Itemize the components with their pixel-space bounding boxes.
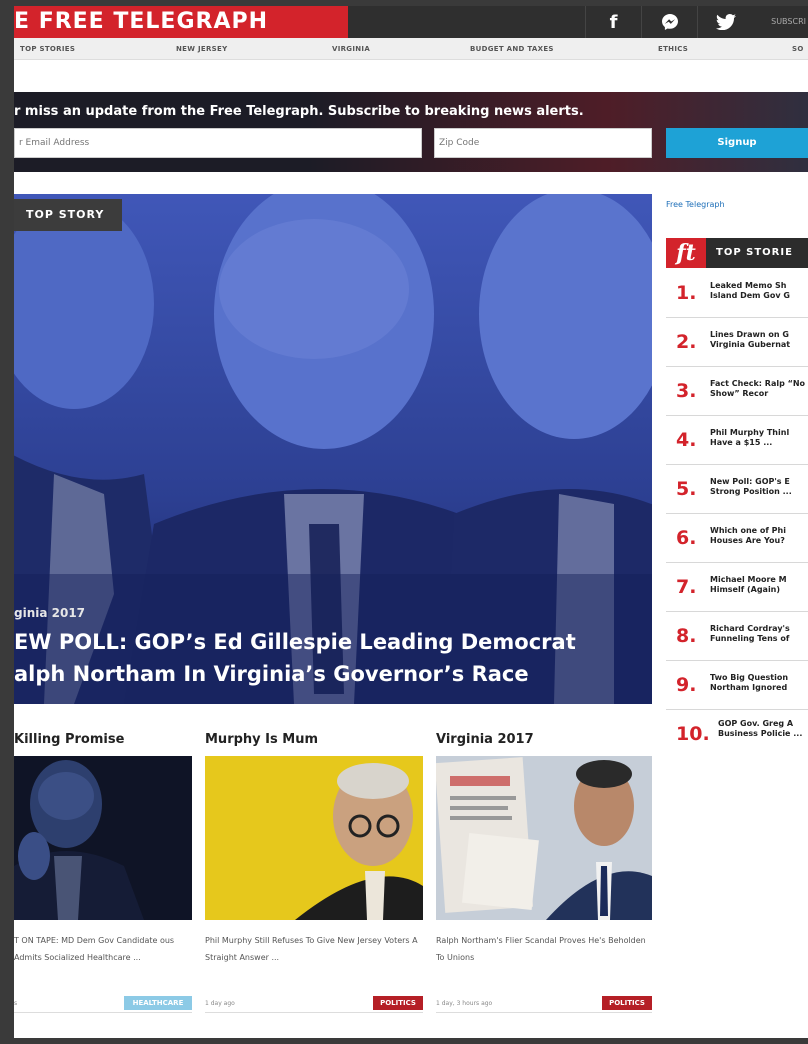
card-divider (205, 1012, 423, 1013)
card-timestamp: s (14, 1000, 18, 1007)
subscribe-link[interactable]: SUBSCRI (771, 6, 808, 38)
top-story-tag: TOP STORY (14, 199, 122, 231)
email-input[interactable] (14, 128, 422, 158)
zip-code-input[interactable] (434, 128, 652, 158)
browser-viewport: E FREE TELEGRAPH f SUBSCRI TOP STORIES N… (14, 6, 808, 1038)
site-logo[interactable]: E FREE TELEGRAPH (14, 6, 348, 38)
nav-new-jersey[interactable]: NEW JERSEY (176, 38, 227, 60)
messenger-icon[interactable] (641, 6, 697, 38)
signup-prompt: r miss an update from the Free Telegraph… (14, 104, 584, 119)
nav-ethics[interactable]: ETHICS (658, 38, 688, 60)
page: E FREE TELEGRAPH f SUBSCRI TOP STORIES N… (0, 0, 808, 1044)
newsletter-signup: r miss an update from the Free Telegraph… (14, 92, 808, 172)
card-heading[interactable]: Virginia 2017 (436, 732, 534, 747)
top-story-item[interactable]: 7. Michael Moore M Himself (Again) (666, 564, 808, 612)
top-bar: E FREE TELEGRAPH f SUBSCRI (14, 6, 808, 38)
top-stories-heading-text: TOP STORIE (716, 247, 793, 258)
rank-title: Leaked Memo Sh Island Dem Gov G (710, 281, 790, 300)
rank-title: Fact Check: Ralp “No Show” Recor (710, 379, 806, 398)
rank-title: Michael Moore M Himself (Again) (710, 575, 787, 594)
rank-number: 4. (676, 429, 697, 451)
card-divider (14, 1012, 192, 1013)
card-image[interactable] (205, 756, 423, 920)
card-image-graphic (205, 756, 423, 920)
top-story-item[interactable]: 3. Fact Check: Ralp “No Show” Recor (666, 368, 808, 416)
rank-number: 8. (676, 625, 697, 647)
messenger-glyph (661, 14, 678, 30)
rank-number: 9. (676, 674, 697, 696)
top-story-item[interactable]: 1. Leaked Memo Sh Island Dem Gov G (666, 270, 808, 318)
card-category-tag[interactable]: HEALTHCARE (124, 996, 192, 1010)
card-description[interactable]: Phil Murphy Still Refuses To Give New Je… (205, 932, 425, 966)
rank-number: 2. (676, 331, 697, 353)
rank-title: Phil Murphy Thinl Have a $15 ... (710, 428, 790, 447)
rank-title: GOP Gov. Greg A Business Policie ... (718, 719, 803, 738)
rank-title: Two Big Question Northam Ignored (710, 673, 789, 692)
rank-number: 10. (676, 723, 710, 745)
card-image-graphic (14, 756, 192, 920)
hero-story[interactable]: TOP STORY ginia 2017 EW POLL: GOP’s Ed G… (14, 194, 652, 704)
top-stories-heading: ft TOP STORIE (666, 238, 808, 268)
rank-number: 6. (676, 527, 697, 549)
rank-title: Lines Drawn on G Virginia Gubernat (710, 330, 791, 349)
rank-number: 7. (676, 576, 697, 598)
ft-logo-icon: ft (666, 238, 706, 268)
twitter-glyph (715, 14, 736, 30)
top-story-item[interactable]: 10. GOP Gov. Greg A Business Policie ... (666, 711, 808, 767)
card-image[interactable] (14, 756, 192, 920)
top-story-item[interactable]: 6. Which one of Phi Houses Are You? (666, 515, 808, 563)
top-story-item[interactable]: 9. Two Big Question Northam Ignored (666, 662, 808, 710)
hero-title-line-1: EW POLL: GOP’s Ed Gillespie Leading Demo… (14, 630, 576, 654)
card-divider (436, 1012, 652, 1013)
top-story-item[interactable]: 5. New Poll: GOP's E Strong Position ... (666, 466, 808, 514)
card-category-tag[interactable]: POLITICS (373, 996, 423, 1010)
rank-title: New Poll: GOP's E Strong Position ... (710, 477, 792, 496)
hero-category[interactable]: ginia 2017 (14, 606, 85, 620)
top-story-item[interactable]: 2. Lines Drawn on G Virginia Gubernat (666, 319, 808, 367)
card-description[interactable]: T ON TAPE: MD Dem Gov Candidate ous Admi… (14, 932, 192, 966)
hero-title[interactable]: EW POLL: GOP’s Ed Gillespie Leading Demo… (14, 626, 650, 690)
top-story-item[interactable]: 8. Richard Cordray's Funneling Tens of (666, 613, 808, 661)
rank-number: 5. (676, 478, 697, 500)
main-nav: TOP STORIES NEW JERSEY VIRGINIA BUDGET A… (14, 38, 808, 60)
card-timestamp: 1 day, 3 hours ago (436, 1000, 493, 1007)
nav-virginia[interactable]: VIRGINIA (332, 38, 370, 60)
twitter-icon[interactable] (697, 6, 753, 38)
card-timestamp: 1 day ago (205, 1000, 235, 1007)
card-heading[interactable]: Killing Promise (14, 732, 124, 747)
rank-title: Which one of Phi Houses Are You? (710, 526, 786, 545)
rank-number: 1. (676, 282, 697, 304)
rank-title: Richard Cordray's Funneling Tens of (710, 624, 790, 643)
card-category-tag[interactable]: POLITICS (602, 996, 652, 1010)
card-description[interactable]: Ralph Northam's Flier Scandal Proves He'… (436, 932, 652, 966)
nav-top-stories[interactable]: TOP STORIES (20, 38, 75, 60)
facebook-icon[interactable]: f (585, 6, 641, 38)
card-image-graphic (436, 756, 652, 920)
nav-budget-and-taxes[interactable]: BUDGET AND TAXES (470, 38, 554, 60)
hero-title-line-2: alph Northam In Virginia’s Governor’s Ra… (14, 662, 529, 686)
nav-more[interactable]: SO (792, 38, 804, 60)
free-telegraph-link[interactable]: Free Telegraph (666, 200, 725, 209)
rank-number: 3. (676, 380, 697, 402)
card-image[interactable] (436, 756, 652, 920)
signup-button[interactable]: Signup (666, 128, 808, 158)
top-story-item[interactable]: 4. Phil Murphy Thinl Have a $15 ... (666, 417, 808, 465)
card-heading[interactable]: Murphy Is Mum (205, 732, 318, 747)
